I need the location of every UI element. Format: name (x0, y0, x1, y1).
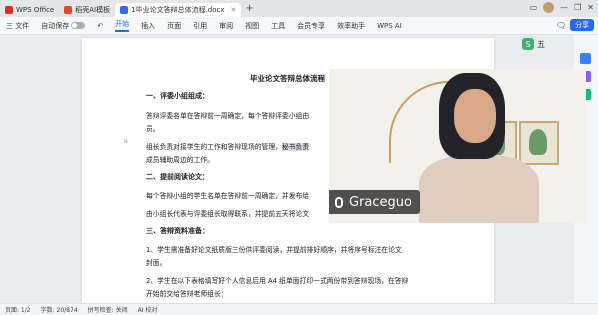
new-tab-button[interactable]: + (245, 3, 253, 14)
avatar[interactable] (543, 2, 555, 13)
highlighted-text: 秘书负责 (281, 143, 310, 151)
paragraph-line: 组长负责对接学生的工作和答辩现场的管理，秘书负责 (146, 141, 310, 151)
close-window-icon[interactable]: ✕ (587, 3, 594, 12)
document-title: 毕业论文答辩总体流程 (250, 74, 325, 83)
status-bar: 页面: 1/2 字数: 20/874 拼写检查: 关闭 AI 校对 (0, 303, 598, 315)
tab-template[interactable]: 稻壳AI模板 (59, 3, 115, 17)
close-tab-icon[interactable]: ✕ (231, 6, 237, 14)
tab-wps-office[interactable]: WPS Office (0, 3, 59, 17)
floating-tool[interactable]: S 五 (522, 38, 545, 50)
maximize-icon[interactable]: ❐ (574, 3, 581, 12)
section-heading-1: 一、评委小组组成： (146, 92, 209, 100)
painting-tree (529, 129, 547, 155)
participant-name-tag: Graceguo (329, 190, 420, 214)
file-menu[interactable]: 三 文件 (6, 21, 29, 31)
float-tool-label: 五 (537, 39, 545, 49)
float-logo-icon: S (522, 38, 534, 50)
paragraph-line: 答辩评委名单在答辩前一周确定，每个答辩评委小组由 (146, 112, 310, 120)
microphone-icon[interactable] (335, 196, 343, 208)
wps-ai-button[interactable]: WPS AI (377, 22, 402, 30)
minimize-icon[interactable]: — (560, 3, 568, 12)
comment-icon[interactable]: 🗨 (556, 21, 566, 30)
title-bar: WPS Office 稻壳AI模板 1毕业论文答辩总体流程.docx ✕ + ▭… (0, 0, 598, 17)
sidebar-tool-icon[interactable] (580, 53, 591, 64)
menu-review[interactable]: 审阅 (219, 21, 233, 31)
section-heading-3: 三、答辩资料准备： (146, 227, 209, 235)
menu-tools[interactable]: 工具 (271, 21, 285, 31)
text-run: 组长负责对接学生的工作和答辩现场的管理， (146, 143, 282, 151)
doc-icon (120, 6, 129, 14)
paragraph-line: 2、学生在以下表格填写好个人信息后用 A4 纸单面打印一式两份带到答辩现场，在答… (146, 277, 409, 285)
ribbon-right-tools: 🗨 分享 (556, 19, 594, 31)
menu-home[interactable]: 开始 (115, 19, 130, 32)
paragraph-line: 1、学生需准备好论文纸质版三份供评委阅读，并提前排好顺序，并将序号标注在论文 (146, 246, 402, 254)
window-controls: ▭ — ❐ ✕ (530, 2, 594, 13)
tab-label: 稻壳AI模板 (75, 6, 111, 14)
wps-logo-icon (5, 6, 13, 14)
autosave-toggle[interactable] (71, 22, 86, 29)
paragraph-line: 成员辅助周边的工作。 (146, 156, 214, 164)
tab-document[interactable]: 1毕业论文答辩总体流程.docx ✕ (115, 3, 242, 17)
autosave-label: 自动保存 (41, 21, 86, 31)
menu-efficiency[interactable]: 效率助手 (337, 21, 365, 31)
participant-name: Graceguo (349, 194, 412, 210)
menu-view[interactable]: 视图 (245, 21, 259, 31)
paragraph-line: 每个答辩小组的学生名单在答辩前一周确定，并发布给 (146, 192, 310, 200)
person-face (454, 89, 496, 143)
tab-label: WPS Office (16, 6, 55, 14)
menu-insert[interactable]: 插入 (141, 21, 155, 31)
video-overlay[interactable]: Graceguo (329, 69, 586, 223)
wps-ai-label: WPS AI (377, 21, 402, 30)
menu-page[interactable]: 页面 (167, 21, 181, 31)
paragraph-line: 员。 (146, 125, 160, 133)
page-count[interactable]: 页面: 1/2 (5, 305, 31, 314)
menu-member[interactable]: 会员专享 (297, 21, 325, 31)
drag-handle-icon[interactable]: ⁞⁞ (124, 138, 128, 145)
word-count[interactable]: 字数: 20/874 (41, 305, 78, 314)
ai-proofread[interactable]: AI 校对 (138, 305, 158, 314)
autosave-text: 自动保存 (41, 21, 70, 30)
section-heading-2: 二、提前阅读论文： (146, 173, 209, 181)
ribbon: 三 文件 自动保存 ↶ 开始 插入 页面 引用 审阅 视图 工具 会员专享 效率… (0, 17, 598, 35)
paragraph-line: 封面。 (146, 259, 167, 267)
wall-painting (519, 121, 559, 165)
tab-label: 1毕业论文答辩总体流程.docx (131, 6, 225, 14)
template-icon (64, 6, 73, 14)
person-body (419, 155, 539, 223)
undo-icon[interactable]: ↶ (97, 22, 103, 30)
layout-icon[interactable]: ▭ (530, 3, 538, 12)
paragraph-line: 开始前交给答辩老师组长： (146, 290, 228, 298)
share-button[interactable]: 分享 (570, 19, 594, 31)
paragraph-line: 由小组长代表与评委组长取得联系，并提前五天将论文 (146, 210, 310, 218)
spell-check[interactable]: 拼写检查: 关闭 (88, 305, 128, 314)
menu-reference[interactable]: 引用 (193, 21, 207, 31)
